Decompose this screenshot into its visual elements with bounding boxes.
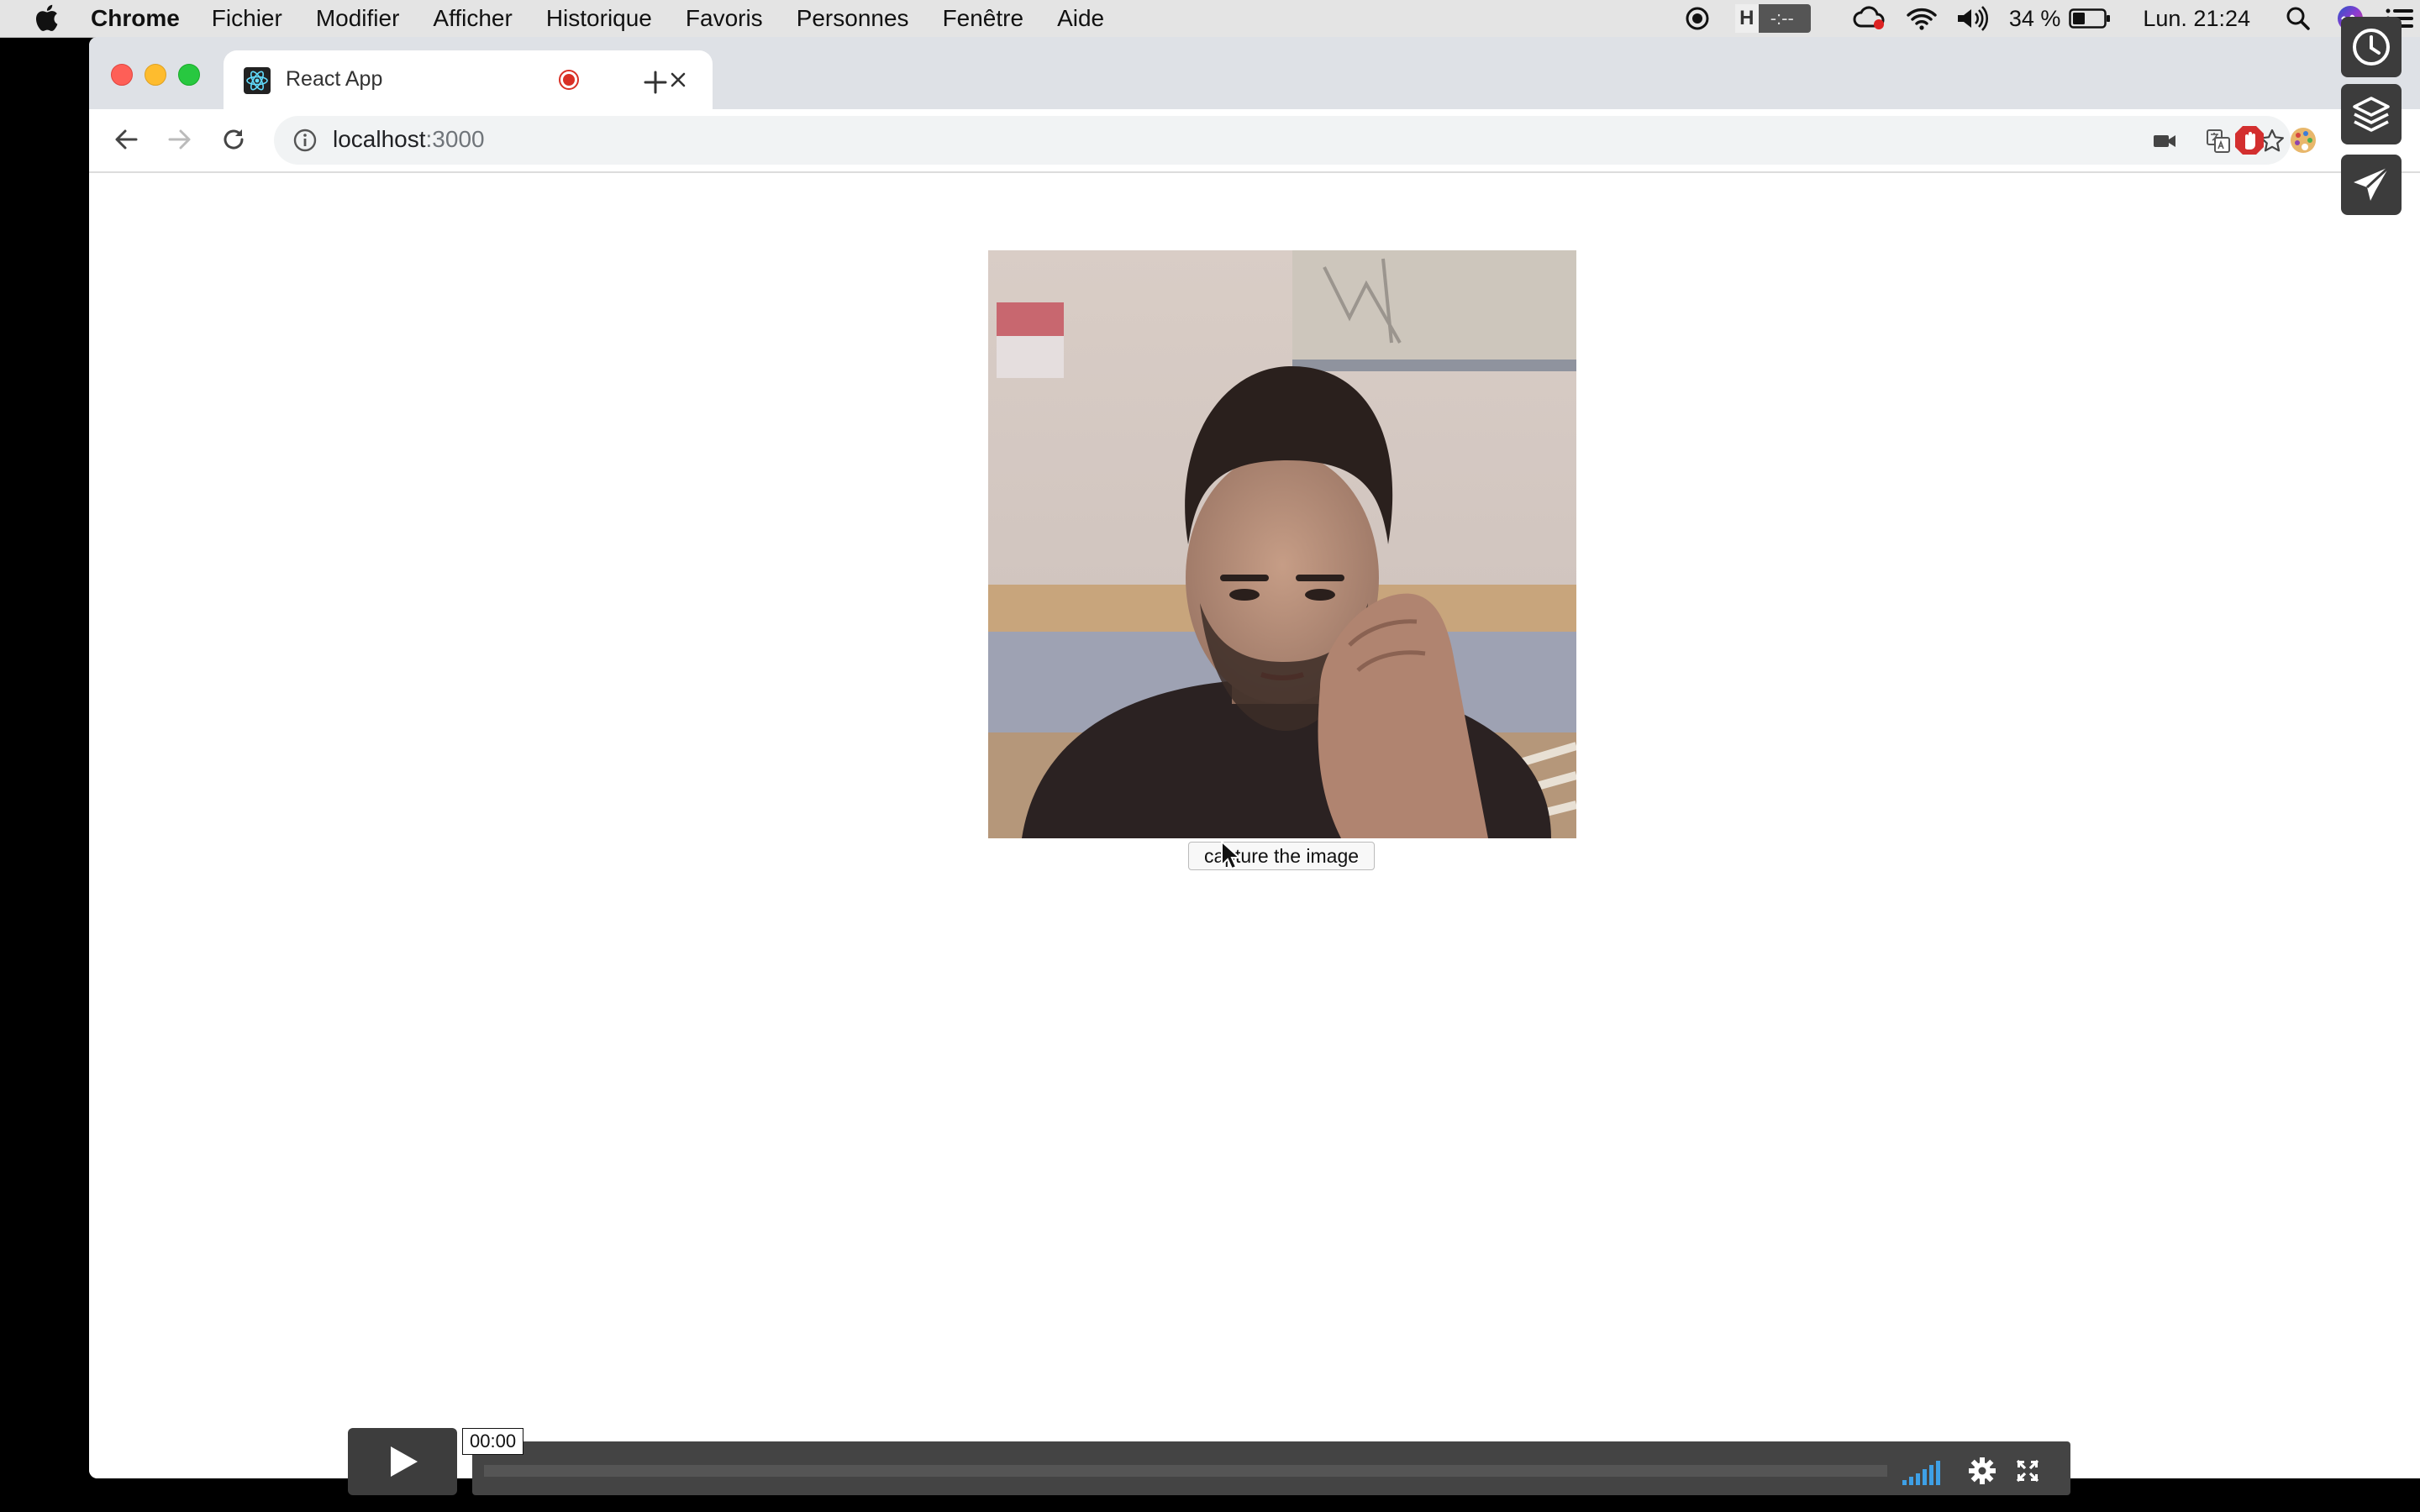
react-logo-icon [244, 67, 271, 94]
battery-icon[interactable] [2069, 6, 2111, 31]
tab-react-app[interactable]: React App [224, 50, 713, 109]
capture-image-button[interactable]: capture the image [1188, 842, 1375, 870]
progress-track[interactable] [484, 1465, 1887, 1477]
history-clock-button[interactable] [2341, 17, 2402, 77]
scrub-bar[interactable] [472, 1441, 2070, 1495]
send-button[interactable] [2341, 155, 2402, 215]
address-bar[interactable]: localhost:3000 [274, 116, 2291, 165]
menu-aide[interactable]: Aide [1057, 5, 1104, 32]
minimize-window-button[interactable] [145, 64, 166, 86]
tab-title: React App [286, 67, 383, 91]
chrome-window: React App localhost:3000 capture the ima… [89, 37, 2420, 1478]
layers-icon [2353, 97, 2390, 132]
url-text: localhost:3000 [333, 126, 485, 153]
layers-button[interactable] [2341, 84, 2402, 144]
webcam-video [988, 250, 1576, 838]
recording-indicator-icon [559, 70, 579, 90]
record-timer: -:-- [1770, 8, 1794, 29]
menu-historique[interactable]: Historique [546, 5, 652, 32]
menu-afficher[interactable]: Afficher [433, 5, 512, 32]
menu-personnes[interactable]: Personnes [797, 5, 909, 32]
menu-chrome[interactable]: Chrome [91, 5, 180, 32]
status-area: H -:-- 34 % Lun. 21:24 [1683, 0, 2420, 37]
spotlight-search-icon[interactable] [2284, 4, 2312, 33]
macos-menu-bar: Chrome Fichier Modifier Afficher Histori… [0, 0, 2420, 38]
webcam-frame-image [988, 250, 1576, 838]
creative-cloud-icon[interactable] [1853, 4, 1886, 33]
apple-logo-icon[interactable] [34, 3, 59, 32]
browser-toolbar: localhost:3000 [89, 109, 2420, 173]
paper-plane-icon [2354, 165, 2391, 201]
menu-items: Chrome Fichier Modifier Afficher Histori… [91, 0, 1138, 37]
menu-modifier[interactable]: Modifier [316, 5, 400, 32]
back-arrow-icon[interactable] [109, 123, 143, 156]
site-info-icon[interactable] [292, 128, 318, 153]
new-tab-icon[interactable] [640, 67, 671, 97]
menu-favoris[interactable]: Favoris [686, 5, 763, 32]
zoom-window-button[interactable] [178, 64, 200, 86]
adblock-extension-icon[interactable] [2233, 124, 2265, 156]
menu-fenetre[interactable]: Fenêtre [943, 5, 1024, 32]
play-button[interactable] [348, 1428, 457, 1495]
page-content: capture the image [89, 173, 2420, 1478]
battery-percentage: 34 % [2008, 5, 2061, 31]
close-window-button[interactable] [111, 64, 133, 86]
tab-strip: React App [89, 37, 2420, 109]
settings-gear-icon[interactable] [1968, 1457, 1996, 1485]
menu-fichier[interactable]: Fichier [212, 5, 282, 32]
h-logo-icon: H [1734, 4, 1759, 33]
recording-widget[interactable]: H -:-- [1734, 4, 1811, 33]
mouse-pointer-icon [1221, 840, 1240, 870]
translate-icon[interactable] [2205, 128, 2232, 155]
clock[interactable]: Lun. 21:24 [2143, 6, 2250, 32]
reload-icon[interactable] [217, 123, 250, 156]
play-icon [391, 1446, 418, 1477]
playback-time: 00:00 [462, 1428, 524, 1455]
volume-icon[interactable] [1955, 4, 1991, 33]
wifi-icon[interactable] [1905, 4, 1939, 33]
camera-in-use-icon[interactable] [2151, 128, 2178, 155]
volume-level-icon[interactable] [1901, 1457, 1944, 1485]
forward-arrow-icon[interactable] [163, 123, 197, 156]
url-host: localhost [333, 126, 426, 152]
url-port: :3000 [425, 126, 485, 152]
screen-record-icon[interactable] [1683, 4, 1712, 33]
fullscreen-icon[interactable] [2015, 1458, 2040, 1483]
clock-icon [2353, 29, 2390, 66]
color-picker-extension-icon[interactable] [2287, 124, 2319, 156]
video-player-controls: 00:00 [348, 1428, 2070, 1495]
